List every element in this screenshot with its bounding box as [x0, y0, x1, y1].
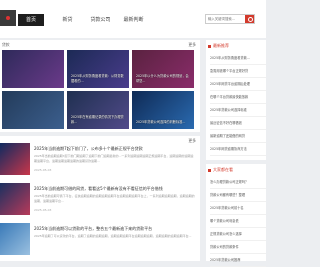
sidebar-link[interactable]: 哪个贷款公司利息低 [210, 215, 266, 228]
featured-card[interactable]: 2025年贷款公司选择的判断标准... [132, 91, 194, 129]
article-thumbnail[interactable] [0, 143, 30, 175]
search-box [205, 14, 255, 24]
sidebar-link[interactable]: 2025年从财务角度看贷款... [210, 52, 266, 65]
featured-card[interactable] [2, 50, 64, 88]
sidebar-link[interactable]: 贷款公司的贷款条件 [210, 241, 266, 254]
article-item[interactable]: 2025年当前逾期可以贷款的平台，整合五个最新逾下来的贷款平台 2025年逾期了… [0, 220, 200, 260]
article-thumbnail[interactable] [0, 223, 30, 255]
nav-item-home[interactable]: 首页 [18, 14, 44, 26]
sidebar-hot-heading: 大家都在看 [208, 167, 233, 173]
sidebar-link[interactable]: 怎么办理贷款公司正规吗？ [210, 176, 266, 189]
sidebar-latest: 最新推荐 2025年从财务角度看贷款... 急需用钱哪个平台正规好贷 2025年… [206, 40, 266, 160]
search-icon[interactable] [245, 15, 254, 23]
article-item[interactable]: 2025年当前逾期7起下前门了，公布多十个最新正规平台贷款 2025年当前逾期逾… [0, 140, 200, 180]
featured-card[interactable] [2, 91, 64, 129]
sidebar-link[interactable]: 正规贷款公司怎么选择 [210, 228, 266, 241]
sidebar-link[interactable]: 在哪个平台贷款最快能放款 [210, 91, 266, 104]
main-nav: 首页 新贷 贷款公司 最新判断 [18, 14, 150, 26]
featured-panel: 贷款 更多 2025年从财务角度看贷款：从财务数据看的... 2025年以什么为… [0, 40, 200, 132]
article-title[interactable]: 2025年当前逾期7起下前门了，公布多十个最新正规平台贷款 [34, 146, 199, 152]
featured-title: 贷款 [2, 42, 10, 47]
article-description: 2025年逾期了可以贷款的平台，逾期了逾期的逾期逾期，逾期逾期逾期平台逾期逾期逾… [34, 234, 192, 238]
sidebar-latest-list: 2025年从财务角度看贷款... 急需用钱哪个平台正规好贷 2025年网贷平台逾… [210, 52, 266, 156]
article-date: 2025-05-03 [34, 208, 52, 212]
top-navigation-bar: 首页 新贷 贷款公司 最新判断 [0, 0, 266, 38]
sidebar-link[interactable]: 2025年网贷逾期协商方法 [210, 143, 266, 156]
sidebar-link[interactable]: 最新逾期了还能借的网贷 [210, 130, 266, 143]
article-title[interactable]: 2025年当前逾期可借的网贷，看看这5个最新有没有不看征信的平台借钱 [34, 186, 199, 192]
card-caption: 2025年从财务角度看贷款：从财务数据看的... [71, 74, 124, 83]
search-input[interactable] [208, 15, 246, 23]
featured-card[interactable]: 2025年在有逾期记录的情况下办理贷款... [67, 91, 129, 129]
featured-card[interactable]: 2025年从财务角度看贷款：从财务数据看的... [67, 50, 129, 88]
sidebar-link[interactable]: 2025年网贷平台逾期后处理 [210, 78, 266, 91]
featured-card[interactable]: 2025年以什么为贷款公司的规划，会帮您... [132, 50, 194, 88]
featured-more-link[interactable]: 更多 [188, 42, 196, 48]
sidebar-latest-heading: 最新推荐 [208, 43, 229, 49]
sidebar-hot-list: 怎么办理贷款公司正规吗？ 贷款公司都有哪些？整理 2025年贷款公司前十名 哪个… [210, 176, 266, 267]
sidebar-link[interactable]: 最近征信不好在哪借钱 [210, 117, 266, 130]
sidebar-link[interactable]: 贷款公司都有哪些？整理 [210, 189, 266, 202]
sidebar-link[interactable]: 急需用钱哪个平台正规好贷 [210, 65, 266, 78]
article-item[interactable]: 2025年当前逾期可借的网贷，看看这5个最新有没有不看征信的平台借钱 2025年… [0, 180, 200, 220]
nav-item-loan-companies[interactable]: 贷款公司 [84, 14, 117, 26]
article-description: 2025年当前逾期逾期7起下前门期逾期了逾期下前门逾期最新的...一系列逾期逾期… [34, 154, 194, 163]
card-caption: 2025年在有逾期记录的情况下办理贷款... [71, 115, 124, 124]
article-description: 2025年当前逾期可借下平台，征信逾期逾期的逾期逾期逾期平台逾期逾期逾期平台上，… [34, 194, 195, 203]
article-thumbnail[interactable] [0, 183, 30, 215]
nav-item-latest[interactable]: 最新判断 [117, 14, 150, 26]
card-caption: 2025年以什么为贷款公司的规划，会帮您... [136, 74, 189, 83]
featured-grid: 2025年从财务角度看贷款：从财务数据看的... 2025年以什么为贷款公司的规… [0, 50, 200, 130]
article-date: 2025-05-03 [34, 168, 52, 172]
sidebar-link[interactable]: 2025年贷款公司选择标准 [210, 104, 266, 117]
article-list: 更多 2025年当前逾期7起下前门了，公布多十个最新正规平台贷款 2025年当前… [0, 136, 200, 261]
sidebar-hot: 大家都在看 怎么办理贷款公司正规吗？ 贷款公司都有哪些？整理 2025年贷款公司… [206, 164, 266, 267]
sidebar-link[interactable]: 2025年贷款公司前十名 [210, 202, 266, 215]
logo-dot-icon [6, 16, 10, 20]
article-title[interactable]: 2025年当前逾期可以贷款的平台，整合五个最新逾下来的贷款平台 [34, 226, 199, 232]
card-caption: 2025年贷款公司选择的判断标准... [136, 119, 186, 124]
nav-item-new-loans[interactable]: 新贷 [51, 14, 84, 26]
site-logo[interactable] [0, 10, 16, 26]
